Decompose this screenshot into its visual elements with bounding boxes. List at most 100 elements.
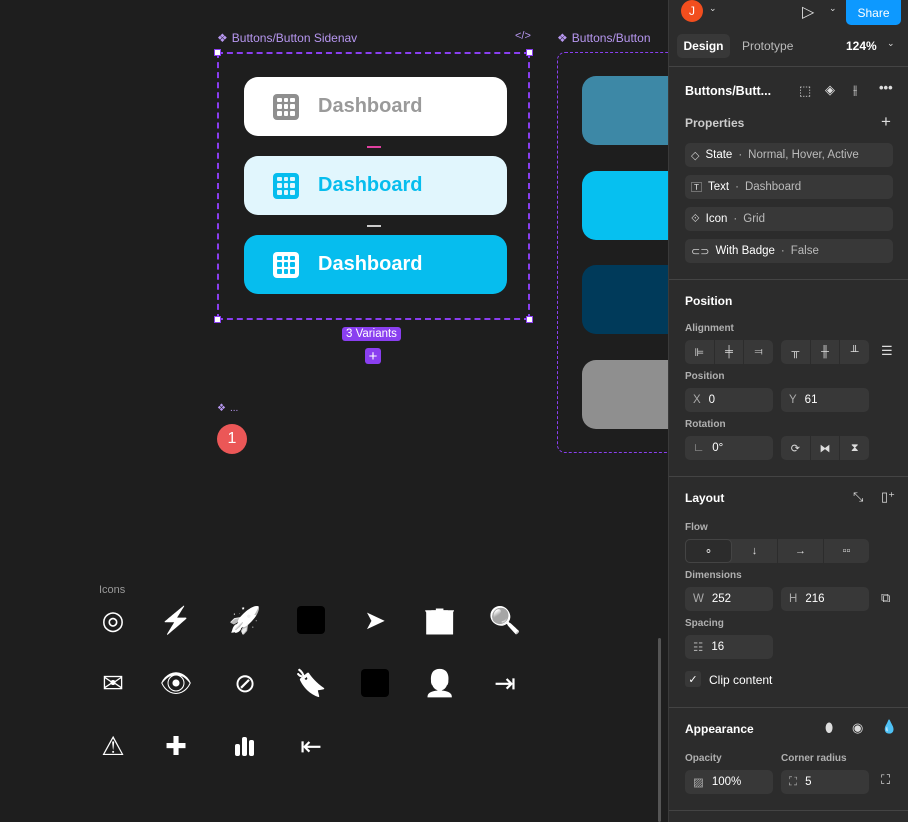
align-middle-icon[interactable]: ╫	[811, 340, 841, 364]
independent-corners-icon[interactable]: ⛶	[881, 772, 890, 788]
resize-handle[interactable]	[526, 316, 533, 323]
sign-out-icon[interactable]: ⇥	[488, 666, 522, 700]
properties-title: Properties	[685, 116, 745, 130]
button-variant[interactable]	[582, 265, 682, 334]
canvas-scrollbar[interactable]	[658, 638, 661, 822]
property-state[interactable]: ◇ State · Normal, Hover, Active	[685, 143, 893, 167]
warning-icon[interactable]: ⚠	[96, 729, 130, 763]
building-icon[interactable]: 🏢	[423, 603, 457, 637]
resize-handle[interactable]	[214, 49, 221, 56]
grid-icon	[273, 251, 299, 278]
resize-handle[interactable]	[526, 49, 533, 56]
corner-radius-field[interactable]: ⛶ 5	[781, 770, 869, 794]
code-icon[interactable]: </>	[515, 30, 531, 42]
width-field[interactable]: W 252	[685, 587, 773, 611]
x-field[interactable]: X0	[685, 388, 773, 412]
button-variant[interactable]	[582, 170, 682, 240]
sidenav-button-active[interactable]: Dashboard	[244, 235, 507, 294]
paper-plane-icon[interactable]: ➤	[358, 603, 392, 637]
property-name: Icon	[705, 213, 728, 225]
bar-chart-icon[interactable]	[228, 729, 262, 763]
flow-grid-icon[interactable]: ▫▫	[824, 539, 869, 563]
property-type-icon: ⟐	[691, 212, 700, 225]
button-variant[interactable]	[582, 76, 682, 145]
distribute-icon[interactable]: ☰	[881, 343, 893, 359]
opacity-field[interactable]: ▨ 100%	[685, 770, 773, 794]
flow-vertical-icon[interactable]: ↓	[732, 539, 778, 563]
more-icon[interactable]: •••	[879, 80, 893, 95]
search-icon[interactable]: 🔍	[488, 603, 522, 637]
tab-design[interactable]: Design	[677, 34, 730, 58]
property-with-badge[interactable]: ⊂⊃ With Badge · False	[685, 239, 893, 263]
select-instances-icon[interactable]: ⬚	[799, 83, 811, 99]
target-icon[interactable]: ◎	[96, 603, 130, 637]
eye-icon[interactable]: 👁	[159, 666, 193, 700]
adjust-icon[interactable]: ⫲	[853, 82, 857, 98]
clip-content-checkbox[interactable]: ✓	[685, 671, 701, 687]
factory-icon[interactable]	[358, 666, 392, 700]
blend-mode-icon[interactable]: 💧	[881, 719, 897, 735]
align-bottom-icon[interactable]: ╨	[840, 340, 869, 364]
position-label: Position	[685, 371, 725, 382]
component-diamond-icon[interactable]: ◈	[825, 82, 835, 98]
avatar[interactable]: J	[681, 0, 703, 22]
eye-slash-icon[interactable]: ⊘	[228, 666, 262, 700]
component-set-frame[interactable]: Dashboard Dashboard Dashboard	[214, 49, 533, 323]
spacing-field[interactable]: ☷ 16	[685, 635, 773, 659]
vertical-align-group[interactable]: ╥ ╫ ╨	[781, 340, 869, 364]
resize-handle[interactable]	[214, 316, 221, 323]
property-text[interactable]: 🅃 Text · Dashboard	[685, 175, 893, 199]
collapse-icon[interactable]: ⤡	[853, 489, 863, 505]
play-icon[interactable]: ▷	[802, 2, 814, 22]
height-field[interactable]: H 216	[781, 587, 869, 611]
user-tag-icon[interactable]: 👤	[423, 666, 457, 700]
frame-label[interactable]: ❖ Buttons/Button Sidenav	[217, 31, 357, 45]
sidenav-button-normal[interactable]: Dashboard	[244, 77, 507, 136]
bookmark-icon[interactable]: 🔖	[294, 666, 328, 700]
align-right-icon[interactable]: ⫤	[744, 340, 773, 364]
resize-to-fit-icon[interactable]: ⧉	[881, 590, 890, 606]
frame-label[interactable]: ❖ Buttons/Button	[557, 31, 651, 45]
align-left-icon[interactable]: ⊫	[685, 340, 715, 364]
corner-radius-label: Corner radius	[781, 753, 847, 764]
button-variant[interactable]	[582, 359, 682, 429]
properties-panel: J ⌄ ▷ ⌄ Share Design Prototype 124% ⌄ Bu…	[668, 0, 908, 822]
flow-freeform-icon[interactable]: ⚬	[685, 539, 732, 563]
rotation-field[interactable]: ∟ 0°	[685, 436, 773, 460]
rotate-icon[interactable]: ⟳	[781, 436, 811, 460]
y-field[interactable]: Y 61	[781, 388, 869, 412]
chevron-down-icon[interactable]: ⌄	[887, 38, 895, 49]
chevron-down-icon[interactable]: ⌄	[829, 3, 837, 14]
chevron-down-icon[interactable]: ⌄	[709, 3, 717, 14]
button-text: Dashboard	[318, 174, 423, 196]
rocket-icon[interactable]: 🚀	[228, 603, 262, 637]
puzzle-icon[interactable]: ✚	[159, 729, 193, 763]
eye-icon[interactable]: ◉	[852, 720, 863, 736]
align-center-h-icon[interactable]: ╪	[715, 340, 745, 364]
property-name: Text	[708, 181, 730, 193]
grid-icon[interactable]	[294, 603, 328, 637]
bolt-icon[interactable]: ⚡	[159, 603, 193, 637]
tab-prototype[interactable]: Prototype	[742, 39, 793, 53]
align-top-icon[interactable]: ╥	[781, 340, 811, 364]
envelope-icon[interactable]: ✉	[96, 666, 130, 700]
variable-mode-icon[interactable]: ⬮	[825, 720, 833, 736]
flip-vertical-icon[interactable]: ⧗	[840, 436, 869, 460]
flip-horizontal-icon[interactable]: ⧓	[811, 436, 841, 460]
component-stub[interactable]: ❖...	[217, 403, 238, 414]
comment-badge[interactable]: 1	[217, 424, 247, 454]
sign-in-icon[interactable]: ⇤	[294, 729, 328, 763]
add-property-icon[interactable]: +	[881, 112, 891, 132]
add-variant-button[interactable]: +	[365, 348, 381, 364]
add-auto-layout-icon[interactable]: ▯⁺	[881, 489, 895, 505]
transform-group[interactable]: ⟳ ⧓ ⧗	[781, 436, 869, 460]
y-value: 61	[804, 394, 818, 406]
flow-group[interactable]: ⚬ ↓ → ▫▫	[685, 539, 869, 563]
property-icon[interactable]: ⟐ Icon · Grid	[685, 207, 893, 231]
horizontal-align-group[interactable]: ⊫ ╪ ⫤	[685, 340, 773, 364]
flow-horizontal-icon[interactable]: →	[778, 539, 824, 563]
h-value: 216	[805, 593, 825, 605]
sidenav-button-hover[interactable]: Dashboard	[244, 156, 507, 215]
zoom-level[interactable]: 124%	[846, 39, 877, 53]
share-button[interactable]: Share	[846, 0, 901, 25]
